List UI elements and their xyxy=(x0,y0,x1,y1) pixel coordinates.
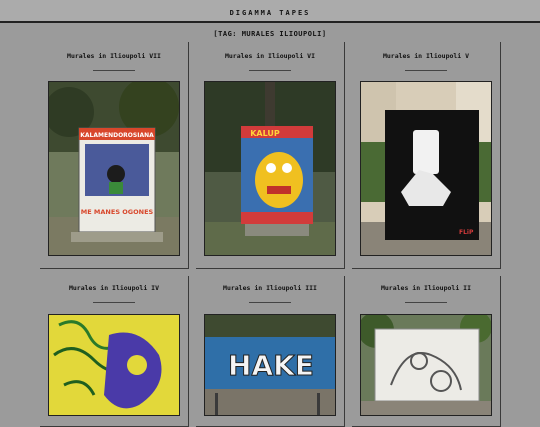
post-card: Murales in Ilioupoli V FLiP xyxy=(352,42,501,269)
mural-image: KALAMENDOROSIANA ME MANES OGONES xyxy=(49,82,179,255)
post-title-link[interactable]: Murales in Ilioupoli V xyxy=(352,52,500,60)
post-title-link[interactable]: Murales in Ilioupoli VII xyxy=(40,52,188,60)
title-divider xyxy=(93,70,135,71)
post-card: Murales in Ilioupoli II xyxy=(352,276,501,427)
post-card: Murales in Ilioupoli VI KALUP xyxy=(196,42,345,269)
post-card: Murales in Ilioupoli VII KALAMENDOROSIAN… xyxy=(40,42,189,269)
post-thumbnail[interactable]: HAKE xyxy=(204,314,336,416)
site-title-link[interactable]: DIGAMMA TAPES xyxy=(230,9,311,17)
title-divider xyxy=(249,70,291,71)
mural-image: FLiP xyxy=(361,82,491,255)
mural-text-top: HAKE xyxy=(228,349,314,382)
post-title-link[interactable]: Murales in Ilioupoli VI xyxy=(196,52,344,60)
mural-image xyxy=(49,315,179,415)
post-title-link[interactable]: Murales in Ilioupoli II xyxy=(352,284,500,292)
tag-heading: [TAG: MURALES ILIOUPOLI] xyxy=(213,30,327,38)
post-thumbnail[interactable] xyxy=(360,314,492,416)
post-card: Murales in Ilioupoli III HAKE xyxy=(196,276,345,427)
post-thumbnail[interactable]: KALUP xyxy=(204,81,336,256)
mural-text-bottom: ME MANES OGONES xyxy=(81,208,154,216)
mural-image: HAKE xyxy=(205,315,335,415)
post-card: Murales in Ilioupoli IV xyxy=(40,276,189,427)
mural-text-top: KALAMENDOROSIANA xyxy=(80,132,154,139)
post-thumbnail[interactable]: KALAMENDOROSIANA ME MANES OGONES xyxy=(48,81,180,256)
mural-text-top: KALUP xyxy=(250,129,280,138)
site-header: DIGAMMA TAPES xyxy=(0,0,540,23)
post-thumbnail[interactable] xyxy=(48,314,180,416)
title-divider xyxy=(405,302,447,303)
post-title-link[interactable]: Murales in Ilioupoli III xyxy=(196,284,344,292)
post-thumbnail[interactable]: FLiP xyxy=(360,81,492,256)
title-divider xyxy=(405,70,447,71)
mural-image xyxy=(361,315,491,415)
title-divider xyxy=(249,302,291,303)
title-divider xyxy=(93,302,135,303)
mural-text-bottom: FLiP xyxy=(459,229,474,236)
post-title-link[interactable]: Murales in Ilioupoli IV xyxy=(40,284,188,292)
mural-image: KALUP xyxy=(205,82,335,255)
